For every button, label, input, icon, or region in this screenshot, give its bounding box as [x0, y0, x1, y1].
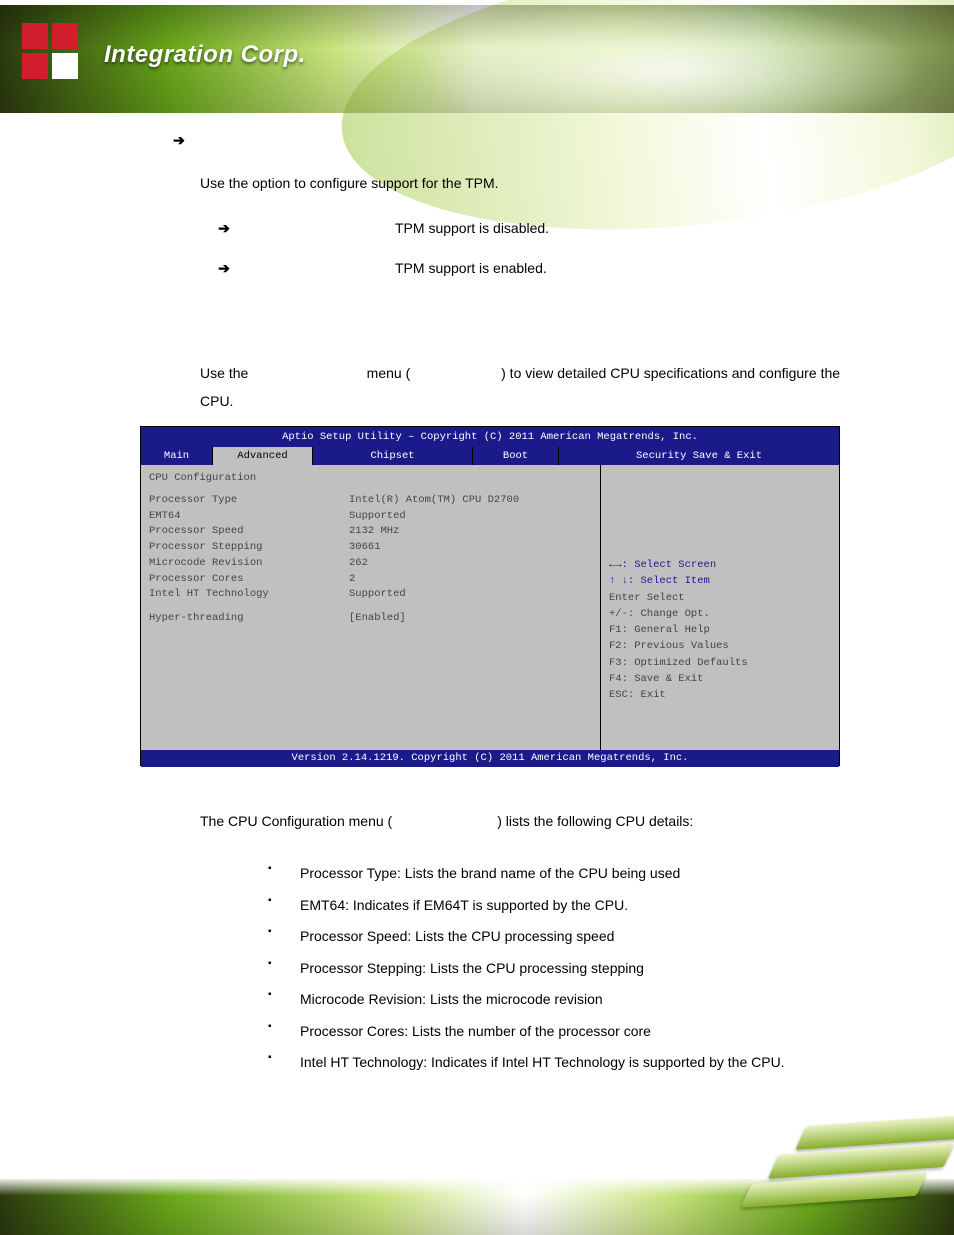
bios-val: 2 — [349, 572, 499, 588]
list-item: Microcode Revision: Lists the microcode … — [260, 984, 785, 1016]
tpm-intro-b: option to configure support for the TPM. — [252, 175, 498, 191]
brand-text: Integration Corp. — [104, 41, 306, 69]
bios-val: 262 — [349, 556, 499, 572]
list-item: Intel HT Technology: Indicates if Intel … — [260, 1047, 785, 1079]
bios-nav-l1: ←→: Select Screen — [609, 557, 831, 573]
bios-key: Processor Stepping — [149, 540, 349, 556]
cpu-desc-a: The CPU Configuration menu ( — [200, 813, 392, 829]
tpm-option-disabled-desc: TPM support is disabled. — [395, 220, 549, 236]
bios-body: CPU Configuration Processor TypeIntel(R)… — [141, 465, 839, 750]
bios-tab-chipset[interactable]: Chipset — [313, 447, 473, 465]
bios-tab-boot[interactable]: Boot — [473, 447, 559, 465]
tpm-option-enabled-desc: TPM support is enabled. — [395, 260, 547, 276]
bios-row: Processor Speed2132 MHz — [149, 524, 592, 540]
list-item: EMT64: Indicates if EM64T is supported b… — [260, 890, 785, 922]
bios-tab-bar: Main Advanced Chipset Boot Security Save… — [141, 447, 839, 465]
bios-nav-l5: F1: General Help — [609, 622, 831, 638]
arrow-right-icon: ➔ — [215, 260, 233, 277]
page-footer-banner — [0, 1179, 954, 1235]
bios-row: Hyper-threading[Enabled] — [149, 611, 592, 627]
bios-screenshot-box: Aptio Setup Utility – Copyright (C) 2011… — [140, 426, 840, 766]
cpu-intro-b: menu ( — [367, 365, 411, 381]
bios-footer: Version 2.14.1219. Copyright (C) 2011 Am… — [141, 750, 839, 767]
list-item: Processor Speed: Lists the CPU processin… — [260, 921, 785, 953]
bios-key: EMT64 — [149, 509, 349, 525]
bios-val: Intel(R) Atom(TM) CPU D2700 — [349, 493, 499, 509]
bios-right-pane: Enable for Windows XP and Linux (OS opti… — [601, 465, 839, 750]
tpm-intro-text: Use the option to configure support for … — [200, 175, 499, 191]
bios-tab-security-save[interactable]: Security Save & Exit — [559, 447, 839, 465]
list-item: Processor Cores: Lists the number of the… — [260, 1016, 785, 1048]
bios-val: Supported — [349, 509, 499, 525]
bios-nav-l3: Enter Select — [609, 590, 831, 606]
bios-row: Processor Stepping30661 — [149, 540, 592, 556]
bios-nav-l6: F2: Previous Values — [609, 638, 831, 654]
bios-title: Aptio Setup Utility – Copyright (C) 2011… — [141, 427, 839, 447]
bios-row: EMT64Supported — [149, 509, 592, 525]
bios-val: 30661 — [349, 540, 499, 556]
bios-row: Intel HT TechnologySupported — [149, 587, 592, 603]
footer-diagonal-decor — [744, 1115, 954, 1217]
bios-row: Processor TypeIntel(R) Atom(TM) CPU D270… — [149, 493, 592, 509]
bios-row: Microcode Revision262 — [149, 556, 592, 572]
bios-row: Processor Cores2 — [149, 572, 592, 588]
bios-val: Supported — [349, 587, 499, 603]
cpu-intro-a: Use the — [200, 365, 252, 381]
bios-left-pane: CPU Configuration Processor TypeIntel(R)… — [141, 465, 601, 750]
bios-nav-l8: F4: Save & Exit — [609, 671, 831, 687]
tpm-intro-a: Use the — [200, 175, 252, 191]
cpu-intro-text: Use the menu ( ) to view detailed CPU sp… — [200, 359, 840, 415]
bios-nav-l9: ESC: Exit — [609, 687, 831, 703]
list-item: Processor Type: Lists the brand name of … — [260, 858, 785, 890]
bios-key: Processor Speed — [149, 524, 349, 540]
cpu-details-list: Processor Type: Lists the brand name of … — [260, 858, 785, 1079]
bios-nav-l4: +/-: Change Opt. — [609, 606, 831, 622]
bios-val: [Enabled] — [349, 611, 499, 627]
bios-nav-l2: ↑ ↓: Select Item — [609, 573, 831, 589]
bios-nav-l7: F3: Optimized Defaults — [609, 655, 831, 671]
bios-left-header: CPU Configuration — [149, 471, 592, 487]
bios-key: Intel HT Technology — [149, 587, 349, 603]
bios-key: Microcode Revision — [149, 556, 349, 572]
list-item: Processor Stepping: Lists the CPU proces… — [260, 953, 785, 985]
bios-tab-advanced[interactable]: Advanced — [213, 447, 313, 465]
cpu-desc-text: The CPU Configuration menu ( ) lists the… — [200, 813, 840, 829]
bios-key: Processor Cores — [149, 572, 349, 588]
bios-val: 2132 MHz — [349, 524, 499, 540]
bios-key: Processor Type — [149, 493, 349, 509]
arrow-right-icon: ➔ — [170, 132, 188, 149]
bios-tab-main[interactable]: Main — [141, 447, 213, 465]
logo-icon — [22, 23, 98, 87]
bios-key: Hyper-threading — [149, 611, 349, 627]
arrow-right-icon: ➔ — [215, 220, 233, 237]
page-header-banner: Integration Corp. — [0, 5, 954, 113]
cpu-desc-b: ) lists the following CPU details: — [497, 813, 693, 829]
